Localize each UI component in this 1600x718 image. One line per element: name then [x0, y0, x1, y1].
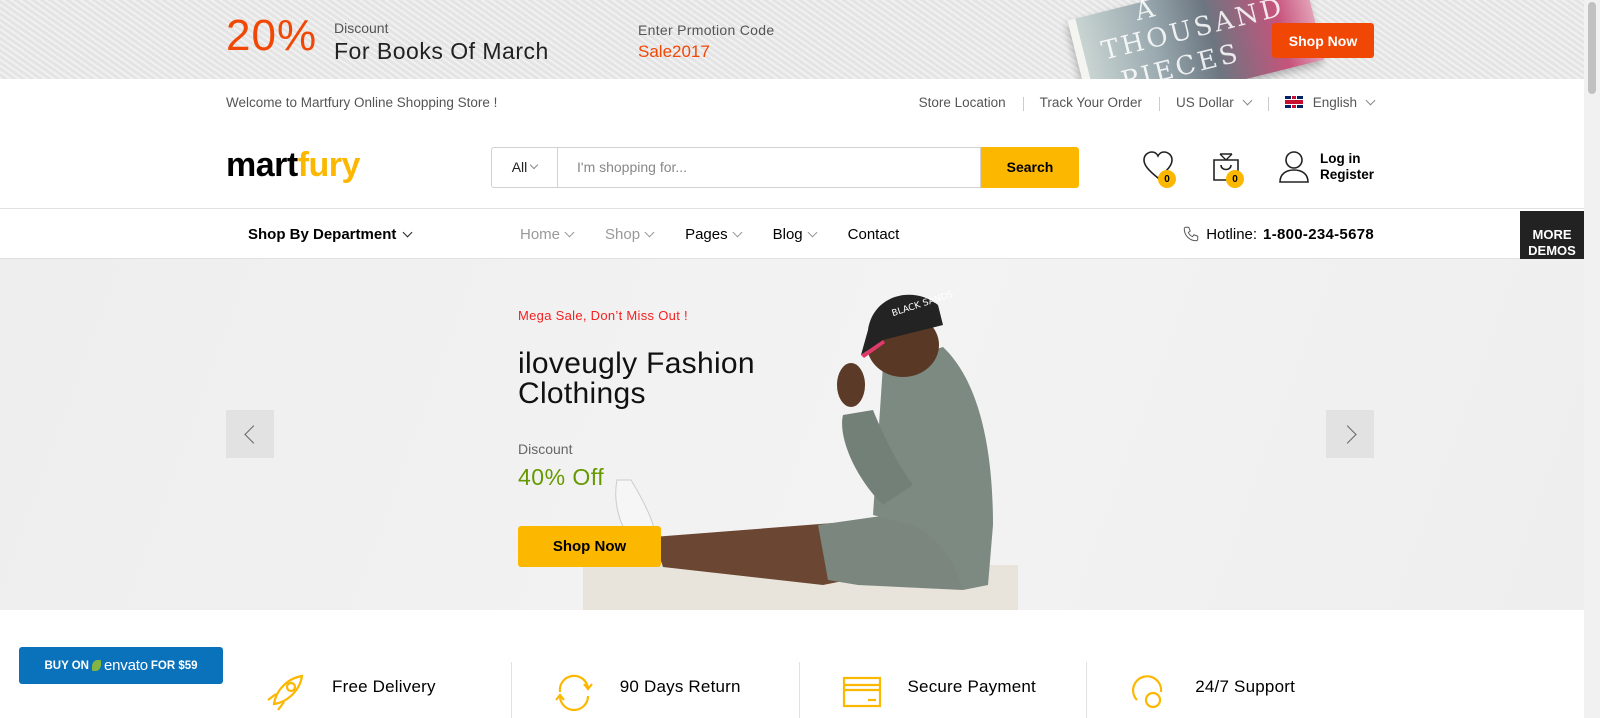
refresh-icon	[554, 674, 593, 712]
department-label: Shop By Department	[248, 225, 397, 243]
hotline-label: Hotline:	[1206, 225, 1258, 243]
feature-title: 90 Days Return	[619, 677, 741, 696]
hand	[837, 363, 865, 407]
currency-selector[interactable]: US Dollar	[1158, 94, 1268, 111]
chevron-down-icon	[564, 227, 575, 237]
chevron-left-icon	[243, 424, 263, 444]
header: martfury All Search 0 0 Log in Reg	[0, 125, 1600, 209]
hotline-number[interactable]: 1-800-234-5678	[1263, 226, 1374, 243]
promo-banner: 20% Discount For Books Of March Enter Pr…	[0, 0, 1600, 79]
welcome-text: Welcome to Martfury Online Shopping Stor…	[226, 94, 498, 110]
account-area: Log in Register	[1278, 150, 1374, 184]
store-location-link[interactable]: Store Location	[902, 95, 1023, 110]
uk-flag-icon	[1284, 96, 1303, 108]
promo-code-label: Enter Prmotion Code	[638, 22, 775, 38]
login-link[interactable]: Log in	[1320, 151, 1374, 167]
support-icon	[1132, 675, 1163, 709]
cart-button[interactable]: 0	[1210, 150, 1244, 188]
search-category-label: All	[511, 159, 528, 175]
feature-title: 24/7 Support	[1195, 677, 1296, 696]
chevron-down-icon	[807, 227, 818, 237]
hero-discount-label: Discount	[518, 441, 573, 457]
promo-shop-now-button[interactable]: Shop Now	[1272, 23, 1374, 58]
envato-leaf-icon	[92, 660, 101, 671]
menu-label: Pages	[685, 225, 728, 243]
slider-next-button[interactable]	[1326, 410, 1374, 458]
menu-item-blog[interactable]: Blog	[772, 225, 818, 243]
hotline: Hotline: 1-800-234-5678	[1182, 225, 1374, 243]
menu-item-shop[interactable]: Shop	[605, 225, 655, 243]
menu: Home Shop Pages Blog Contact	[520, 226, 931, 243]
language-selector[interactable]: English	[1267, 94, 1376, 111]
feature-free-delivery: Free Delivery	[226, 662, 511, 718]
menu-item-contact[interactable]: Contact	[848, 226, 900, 243]
credit-card-icon	[842, 676, 881, 708]
promo-subtitle: Discount	[334, 20, 389, 36]
envato-prefix: BUY ON	[44, 659, 89, 672]
hero-slider: Mega Sale, Don’t Miss Out ! iloveugly Fa…	[0, 259, 1600, 610]
menu-label: Blog	[772, 225, 803, 243]
promo-code: Sale2017	[638, 42, 710, 61]
buy-on-envato-button[interactable]: BUY ON envato FOR $59	[19, 647, 223, 684]
envato-brand: envato	[104, 657, 148, 674]
track-order-link[interactable]: Track Your Order	[1022, 95, 1159, 111]
language-label: English	[1312, 94, 1357, 110]
wishlist-button[interactable]: 0	[1142, 150, 1176, 188]
search-form: All Search	[491, 146, 1079, 188]
chevron-down-icon	[732, 227, 743, 237]
promo-title: For Books Of March	[334, 38, 549, 64]
search-category-select[interactable]: All	[491, 146, 557, 188]
phone-icon	[1183, 226, 1199, 242]
search-input[interactable]	[557, 146, 981, 188]
feature-title: Secure Payment	[907, 677, 1036, 696]
main-nav: Shop By Department Home Shop Pages Blog …	[0, 209, 1600, 259]
chevron-down-icon	[402, 227, 413, 237]
user-icon	[1279, 151, 1309, 183]
logo-part-mart: mart	[226, 145, 298, 184]
menu-label: Home	[520, 225, 561, 243]
promo-percent: 20%	[226, 11, 318, 60]
shop-by-department-button[interactable]: Shop By Department	[226, 226, 520, 243]
feature-24-7-support: 24/7 Support	[1086, 662, 1374, 718]
envato-suffix: FOR $59	[150, 659, 198, 672]
menu-item-home[interactable]: Home	[520, 225, 575, 243]
logo-part-fury: fury	[297, 145, 361, 184]
register-link[interactable]: Register	[1320, 167, 1374, 183]
cart-count-badge: 0	[1225, 170, 1244, 188]
chevron-down-icon	[530, 160, 539, 170]
rocket-icon	[267, 674, 304, 711]
menu-item-pages[interactable]: Pages	[685, 225, 743, 243]
chevron-right-icon	[1337, 424, 1357, 444]
menu-label: Shop	[605, 225, 641, 243]
feature-secure-payment: Secure Payment	[798, 662, 1087, 718]
features-row: Free Delivery 90 Days Return Secure Paym…	[0, 610, 1600, 718]
logo[interactable]: martfury	[226, 146, 491, 185]
page-scrollbar[interactable]	[1584, 0, 1600, 718]
hero-shop-now-button[interactable]: Shop Now	[518, 526, 661, 567]
feature-90-days-return: 90 Days Return	[510, 662, 799, 718]
chevron-down-icon	[1242, 95, 1253, 105]
search-button[interactable]: Search	[981, 146, 1079, 188]
scrollbar-thumb[interactable]	[1588, 2, 1596, 94]
wishlist-count-badge: 0	[1157, 170, 1176, 188]
slider-prev-button[interactable]	[226, 410, 274, 458]
menu-label: Contact	[847, 225, 900, 243]
currency-label: US Dollar	[1175, 94, 1234, 110]
feature-title: Free Delivery	[332, 677, 436, 696]
chevron-down-icon	[1365, 95, 1376, 105]
top-bar: Welcome to Martfury Online Shopping Stor…	[0, 79, 1600, 125]
chevron-down-icon	[644, 227, 655, 237]
